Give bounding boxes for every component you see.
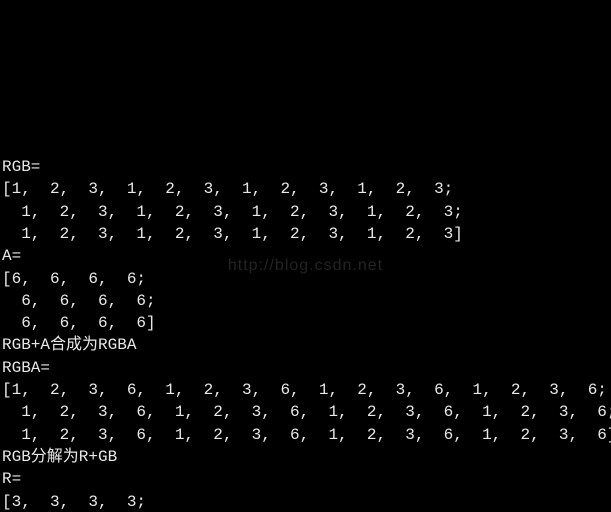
output-line: RGB+A合成为RGBA (2, 336, 136, 354)
output-line: R= (2, 470, 21, 488)
output-line: 1, 2, 3, 1, 2, 3, 1, 2, 3, 1, 2, 3; (2, 203, 463, 221)
output-line: A= (2, 247, 21, 265)
output-line: [1, 2, 3, 6, 1, 2, 3, 6, 1, 2, 3, 6, 1, … (2, 381, 607, 399)
output-line: RGBA= (2, 359, 50, 377)
output-line: RGB分解为R+GB (2, 448, 117, 466)
output-line: [6, 6, 6, 6; (2, 270, 146, 288)
output-line: [1, 2, 3, 1, 2, 3, 1, 2, 3, 1, 2, 3; (2, 180, 453, 198)
output-line: 6, 6, 6, 6; (2, 292, 156, 310)
output-line: RGB= (2, 158, 40, 176)
output-line: 1, 2, 3, 6, 1, 2, 3, 6, 1, 2, 3, 6, 1, 2… (2, 426, 611, 444)
output-line: [3, 3, 3, 3; (2, 493, 146, 511)
output-line: 1, 2, 3, 1, 2, 3, 1, 2, 3, 1, 2, 3] (2, 225, 463, 243)
terminal-output: RGB= [1, 2, 3, 1, 2, 3, 1, 2, 3, 1, 2, 3… (0, 134, 611, 512)
output-line: 1, 2, 3, 6, 1, 2, 3, 6, 1, 2, 3, 6, 1, 2… (2, 403, 611, 421)
output-line: 6, 6, 6, 6] (2, 314, 156, 332)
